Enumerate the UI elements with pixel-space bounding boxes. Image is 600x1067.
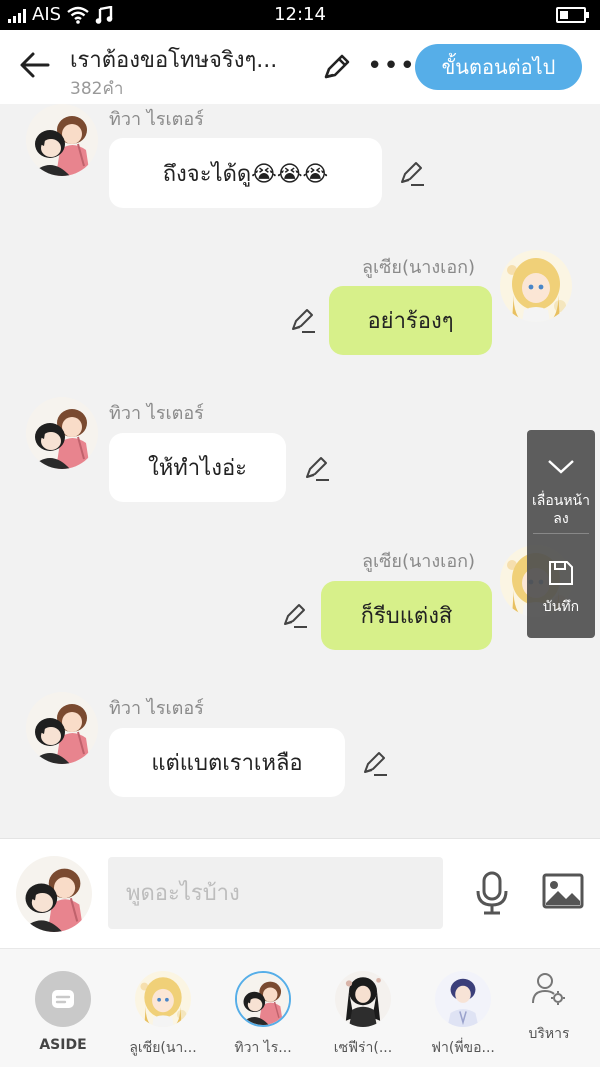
character-sephira[interactable]: เซฟีร่า(... bbox=[322, 971, 404, 1061]
avatar-sephira bbox=[335, 971, 391, 1027]
more-icon[interactable]: ••• bbox=[367, 53, 416, 79]
microphone-icon[interactable] bbox=[472, 871, 512, 915]
image-icon[interactable] bbox=[542, 873, 584, 909]
edit-message-pencil-icon[interactable] bbox=[360, 749, 388, 777]
character-label: เซฟีร่า(... bbox=[333, 1040, 393, 1056]
input-bar bbox=[0, 838, 600, 948]
avatar-tiwa[interactable] bbox=[26, 104, 98, 176]
story-title[interactable]: เราต้องขอโทษจริงๆ... bbox=[70, 42, 315, 77]
message-bubble[interactable]: ให้ทำไงอ่ะ bbox=[109, 433, 286, 502]
sender-name: ทิวา ไรเตอร์ bbox=[109, 698, 204, 719]
message-bubble[interactable]: แต่แบตเราเหลือ bbox=[109, 728, 345, 797]
sender-name: ลูเซีย(นางเอก) bbox=[362, 257, 476, 278]
manage-characters-button[interactable]: บริหาร bbox=[508, 971, 590, 1061]
edit-message-pencil-icon[interactable] bbox=[397, 159, 425, 187]
message-input[interactable] bbox=[108, 857, 443, 929]
character-label: บริหาร bbox=[528, 1026, 570, 1042]
character-fa[interactable]: ฟา(พี่ขอ... bbox=[422, 971, 504, 1061]
next-step-button[interactable]: ขั้นตอนต่อไป bbox=[415, 44, 582, 90]
sender-name: ทิวา ไรเตอร์ bbox=[109, 109, 204, 130]
character-bar: ASIDE ลูเซีย(นา... ทิวา ไร... เซฟีร่า(..… bbox=[0, 948, 600, 1067]
back-arrow-icon[interactable] bbox=[18, 48, 52, 82]
message-bubble[interactable]: ก็รีบแต่งสิ bbox=[321, 581, 492, 650]
aside-icon bbox=[35, 971, 91, 1027]
sender-name: ลูเซีย(นางเอก) bbox=[362, 551, 476, 572]
character-label: ทิวา ไร... bbox=[234, 1040, 292, 1056]
character-label: ฟา(พี่ขอ... bbox=[431, 1040, 495, 1056]
edit-title-pencil-icon[interactable] bbox=[322, 50, 354, 82]
chevron-down-icon[interactable] bbox=[547, 458, 575, 476]
save-button[interactable]: บันทึก bbox=[527, 598, 595, 616]
scroll-down-button[interactable]: เลื่อนหน้าลง bbox=[527, 492, 595, 528]
avatar-lucia bbox=[135, 971, 191, 1027]
character-aside[interactable]: ASIDE bbox=[22, 971, 104, 1061]
character-lucia[interactable]: ลูเซีย(นา... bbox=[122, 971, 204, 1061]
sender-name: ทิวา ไรเตอร์ bbox=[109, 403, 204, 424]
avatar-tiwa[interactable] bbox=[26, 397, 98, 469]
divider bbox=[533, 533, 589, 534]
character-label: ASIDE bbox=[39, 1037, 87, 1053]
edit-message-pencil-icon[interactable] bbox=[288, 306, 316, 334]
header: เราต้องขอโทษจริงๆ... 382คำ ••• ขั้นตอนต่… bbox=[0, 30, 600, 104]
battery-icon bbox=[556, 7, 589, 23]
message-bubble[interactable]: อย่าร้องๆ bbox=[329, 286, 492, 355]
avatar-tiwa[interactable] bbox=[26, 692, 98, 764]
manage-person-icon bbox=[532, 973, 565, 1005]
character-label: ลูเซีย(นา... bbox=[129, 1040, 197, 1056]
floating-panel: เลื่อนหน้าลง บันทึก bbox=[527, 430, 595, 638]
edit-message-pencil-icon[interactable] bbox=[280, 601, 308, 629]
status-bar: AIS 12:14 bbox=[0, 0, 600, 30]
avatar-tiwa bbox=[235, 971, 291, 1027]
clock: 12:14 bbox=[274, 4, 326, 25]
current-speaker-avatar[interactable] bbox=[16, 856, 92, 932]
avatar-lucia[interactable] bbox=[500, 250, 572, 322]
avatar-fa bbox=[435, 971, 491, 1027]
word-count: 382คำ bbox=[70, 79, 124, 99]
edit-message-pencil-icon[interactable] bbox=[302, 454, 330, 482]
save-icon[interactable] bbox=[548, 560, 574, 586]
character-tiwa-selected[interactable]: ทิวา ไร... bbox=[222, 971, 304, 1061]
chat-area[interactable]: ทิวา ไรเตอร์ ถึงจะได้ดู😭😭😭 ลูเซีย(นางเอก… bbox=[0, 104, 600, 838]
message-bubble[interactable]: ถึงจะได้ดู😭😭😭 bbox=[109, 138, 382, 208]
